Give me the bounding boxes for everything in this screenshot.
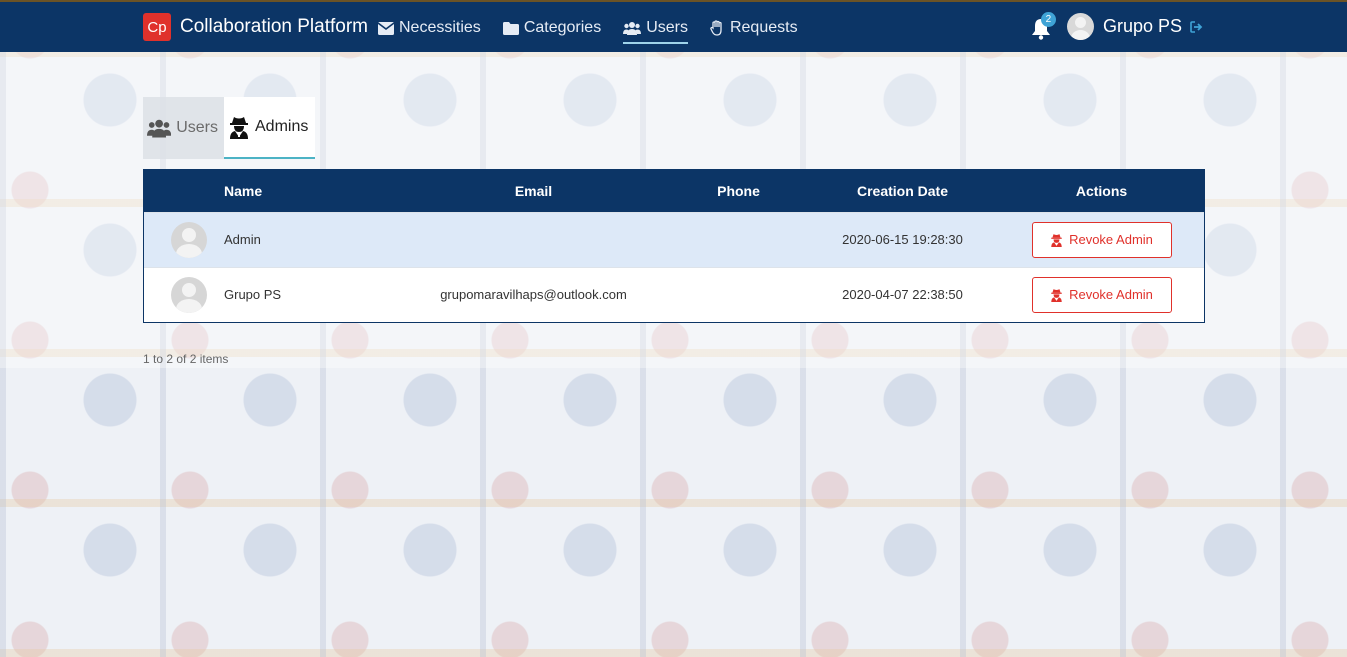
top-navbar: Cp Collaboration Platform Necessities Ca…: [0, 0, 1347, 52]
user-name[interactable]: Grupo PS: [1103, 16, 1182, 37]
user-secret-icon: [230, 117, 248, 139]
brand[interactable]: Cp Collaboration Platform: [143, 13, 368, 41]
main-nav: Necessities Categories Users Requests: [378, 16, 820, 44]
nav-item-requests[interactable]: Requests: [710, 16, 798, 40]
brand-title: Collaboration Platform: [180, 16, 368, 37]
revoke-admin-button[interactable]: Revoke Admin: [1031, 221, 1172, 258]
brand-logo: Cp: [143, 13, 171, 41]
name-cell: Admin: [224, 232, 261, 247]
avatar-cell: [144, 267, 224, 322]
table-row[interactable]: Admin 2020-06-15 19:28:30 Revoke Admin: [144, 212, 1204, 267]
column-header-email[interactable]: Email: [396, 170, 671, 212]
nav-item-label: Categories: [523, 19, 602, 36]
admins-table: Name Email Phone Creation Date Actions A…: [143, 169, 1205, 323]
actions-cell: Revoke Admin: [999, 212, 1204, 267]
tab-users[interactable]: Users: [143, 97, 224, 159]
notification-count-badge: 2: [1040, 11, 1056, 27]
user-secret-icon: [1051, 233, 1062, 247]
folder-icon: [502, 21, 519, 35]
column-header-actions: Actions: [1075, 182, 1128, 199]
column-header-name[interactable]: Name: [224, 170, 396, 212]
avatar-column-header: [144, 170, 224, 212]
creation-date-cell: 2020-04-07 22:38:50: [842, 287, 963, 303]
pagination-summary: 1 to 2 of 2 items: [143, 352, 229, 366]
avatar-cell: [144, 212, 224, 267]
hand-icon: [710, 20, 722, 36]
tab-admins[interactable]: Admins: [224, 97, 315, 159]
users-icon: [147, 119, 172, 138]
tab-admins-label: Admins: [255, 118, 309, 135]
column-header-creation-date[interactable]: Creation Date: [806, 170, 999, 212]
user-avatar[interactable]: [1066, 13, 1094, 40]
email-cell: grupomaravilhaps@outlook.com: [440, 287, 627, 303]
phone-cell: [671, 212, 806, 267]
email-cell: [396, 212, 671, 267]
users-icon: [623, 22, 642, 35]
creation-date-cell: 2020-06-15 19:28:30: [842, 232, 963, 247]
nav-item-categories[interactable]: Categories: [502, 16, 602, 40]
nav-item-necessities[interactable]: Necessities: [378, 16, 481, 40]
nav-item-label: Requests: [729, 19, 798, 36]
revoke-admin-label: Revoke Admin: [1069, 287, 1153, 303]
tab-users-label: Users: [176, 119, 218, 136]
revoke-admin-label: Revoke Admin: [1069, 232, 1153, 247]
phone-cell: [671, 267, 806, 322]
logout-icon[interactable]: [1190, 20, 1203, 33]
avatar: [171, 276, 207, 313]
revoke-admin-button[interactable]: Revoke Admin: [1031, 276, 1172, 313]
notifications-button[interactable]: 2: [1031, 11, 1056, 40]
nav-item-users[interactable]: Users: [623, 16, 688, 44]
nav-item-label: Users: [646, 19, 688, 36]
envelope-icon: [378, 21, 394, 35]
user-area: 2 Grupo PS: [1031, 11, 1203, 40]
table-header-row: Name Email Phone Creation Date Actions: [144, 170, 1204, 212]
nav-item-label: Necessities: [399, 19, 481, 36]
user-type-tabs: Users Admins: [143, 97, 315, 159]
table-row[interactable]: Grupo PS grupomaravilhaps@outlook.com 20…: [144, 267, 1204, 322]
actions-cell: Revoke Admin: [999, 267, 1204, 322]
user-secret-icon: [1051, 288, 1062, 302]
name-cell: Grupo PS: [224, 287, 282, 303]
column-header-phone[interactable]: Phone: [671, 170, 806, 212]
avatar: [171, 221, 207, 258]
